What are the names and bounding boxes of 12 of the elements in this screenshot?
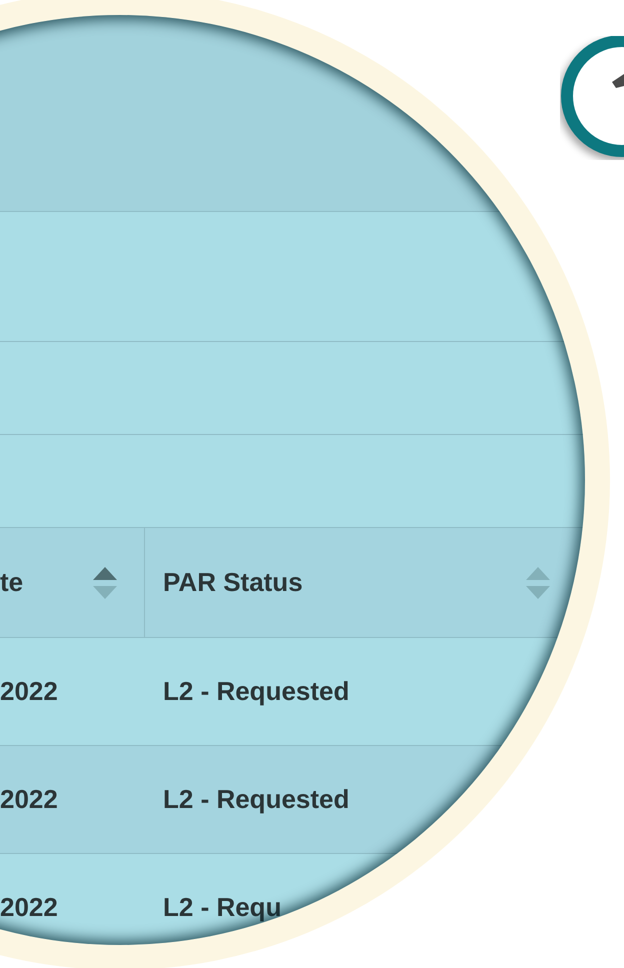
column-header[interactable]: PAR Status	[145, 528, 624, 637]
table-cell-text: 2022	[0, 783, 58, 816]
table-cell-text: L2 - Requ	[163, 891, 282, 924]
callout-badge-icon	[560, 36, 624, 160]
column-label: PAR Status	[163, 566, 303, 599]
table-cell-text: L2 - Requested	[163, 675, 350, 708]
table-cell-text: 2022	[0, 675, 58, 708]
table-cell-text: 2022	[0, 891, 58, 924]
column-header[interactable]: te	[0, 528, 145, 637]
sort-icon[interactable]	[92, 564, 118, 600]
table-cell-text: L2 - Requested	[163, 783, 350, 816]
column-label: te	[0, 566, 24, 599]
